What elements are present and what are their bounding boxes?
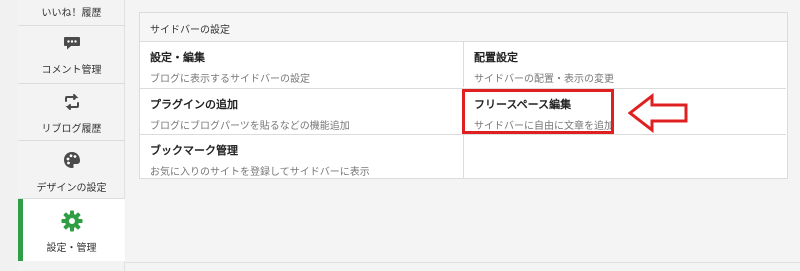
- empty-cell: [463, 134, 786, 179]
- left-arrow-icon: [628, 93, 688, 133]
- main-content: サイドバーの設定 設定・編集 ブログに表示するサイドバーの設定 配置設定 サイド…: [126, 0, 800, 271]
- menu-item-add-plugin[interactable]: プラグインの追加 ブログにブログパーツを貼るなどの機能追加: [140, 88, 463, 133]
- reblog-icon: [63, 94, 81, 110]
- card-title: サイドバーの設定: [140, 13, 787, 42]
- comment-icon: [63, 35, 81, 51]
- sidebar-item-label: リブログ履歴: [41, 124, 102, 135]
- menu-item-placement-settings[interactable]: 配置設定 サイドバーの配置・表示の変更: [463, 42, 786, 87]
- sidebar-item-comments[interactable]: コメント管理: [18, 26, 125, 84]
- menu-item-bookmark-management[interactable]: ブックマーク管理 お気に入りのサイトを登録してサイドバーに表示: [140, 134, 463, 179]
- divider: [126, 262, 800, 263]
- sidebar-item-likes-history[interactable]: いいね！履歴: [18, 0, 125, 26]
- palette-icon: [63, 151, 81, 169]
- sidebar-item-reblog-history[interactable]: リブログ履歴: [18, 84, 125, 141]
- sidebar-item-label: コメント管理: [41, 65, 102, 76]
- menu-item-title: 配置設定: [474, 51, 518, 64]
- sidebar-item-settings-management[interactable]: 設定・管理: [18, 199, 125, 261]
- menu-item-description: ブログにブログパーツを貼るなどの機能追加: [150, 121, 350, 132]
- menu-item-title: 設定・編集: [150, 51, 205, 64]
- menu-item-description: サイドバーの配置・表示の変更: [474, 74, 614, 85]
- menu-item-title: プラグインの追加: [150, 98, 238, 111]
- sidebar-item-label: デザインの設定: [36, 183, 107, 194]
- menu-item-description: お気に入りのサイトを登録してサイドバーに表示: [150, 167, 370, 178]
- menu-item-description: ブログに表示するサイドバーの設定: [150, 74, 310, 85]
- highlight-box: [462, 89, 614, 134]
- menu-item-title: ブックマーク管理: [150, 144, 238, 157]
- sidebar-item-label: 設定・管理: [46, 243, 97, 254]
- menu-item-settings-edit[interactable]: 設定・編集 ブログに表示するサイドバーの設定: [140, 42, 463, 87]
- sidebar-item-label: いいね！履歴: [41, 8, 102, 19]
- sidebar: いいね！履歴 コメント管理 リブログ履歴 デザインの設定 設定・管理: [18, 0, 125, 271]
- sidebar-item-design-settings[interactable]: デザインの設定: [18, 141, 125, 199]
- gear-icon: [61, 210, 83, 232]
